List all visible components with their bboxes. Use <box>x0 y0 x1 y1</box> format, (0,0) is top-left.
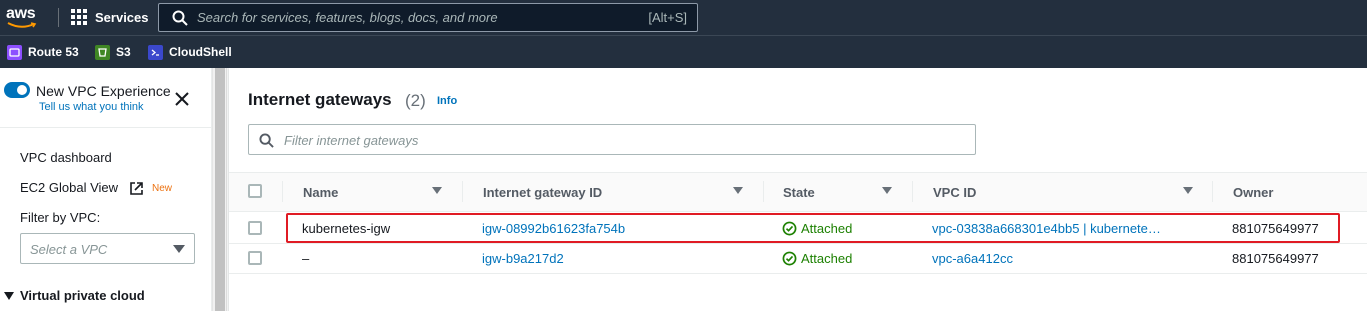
sort-caret-icon[interactable] <box>1183 187 1193 194</box>
cell-vpc-id-link[interactable]: vpc-a6a412cc <box>932 251 1013 266</box>
favorite-s3[interactable]: S3 <box>95 44 131 60</box>
row-divider <box>229 243 1367 244</box>
cell-owner: 881075649977 <box>1232 251 1319 266</box>
favorite-label: Route 53 <box>28 45 79 59</box>
column-header-name[interactable]: Name <box>303 185 338 200</box>
top-navigation: aws Services Search for services, featur… <box>0 0 1367 35</box>
scrollbar-thumb[interactable] <box>215 68 225 311</box>
caret-down-icon <box>173 245 185 253</box>
state-label: Attached <box>801 251 853 266</box>
row-divider <box>229 273 1367 274</box>
column-header-igw-id[interactable]: Internet gateway ID <box>483 185 602 200</box>
new-badge: New <box>152 183 173 194</box>
sort-caret-icon[interactable] <box>733 187 743 194</box>
aws-logo[interactable]: aws <box>6 5 40 29</box>
favorites-bar: Route 53 S3 CloudShell <box>0 35 1367 68</box>
column-header-vpc-id[interactable]: VPC ID <box>933 185 976 200</box>
global-search-input[interactable]: Search for services, features, blogs, do… <box>158 3 698 32</box>
search-icon <box>259 133 274 148</box>
cell-state: Attached <box>782 251 852 266</box>
sidebar-item-vpc-dashboard[interactable]: VPC dashboard <box>20 150 112 165</box>
favorite-cloudshell[interactable]: CloudShell <box>148 44 232 60</box>
favorite-label: CloudShell <box>169 45 232 59</box>
column-header-owner[interactable]: Owner <box>1233 185 1273 200</box>
feedback-link[interactable]: Tell us what you think <box>39 101 144 113</box>
toggle-knob <box>17 85 27 95</box>
page-title: Internet gateways <box>248 90 392 109</box>
close-icon[interactable] <box>173 90 191 108</box>
info-link[interactable]: Info <box>437 95 457 107</box>
cloudshell-icon <box>148 44 163 60</box>
new-vpc-experience-label: New VPC Experience <box>36 83 171 99</box>
route53-icon <box>7 44 22 60</box>
services-grid-icon <box>71 9 87 25</box>
aws-smile-icon <box>7 22 37 28</box>
external-link-icon <box>130 182 143 195</box>
services-menu-button[interactable]: Services <box>71 7 149 27</box>
column-divider <box>282 181 283 202</box>
aws-logo-text: aws <box>6 5 36 22</box>
item-count: (2) <box>405 91 426 110</box>
sidebar-item-ec2-global-view[interactable]: EC2 Global View <box>20 180 118 195</box>
new-vpc-experience-toggle[interactable] <box>4 82 30 98</box>
row-checkbox[interactable] <box>248 251 262 265</box>
favorite-label: S3 <box>116 45 131 59</box>
s3-icon <box>95 44 110 60</box>
select-all-checkbox[interactable] <box>248 184 262 198</box>
row-checkbox[interactable] <box>248 221 262 235</box>
caret-down-icon <box>4 291 14 300</box>
section-label: Virtual private cloud <box>20 288 145 303</box>
filter-placeholder: Filter internet gateways <box>284 133 419 148</box>
services-label: Services <box>95 9 149 25</box>
vpc-select-placeholder: Select a VPC <box>30 242 108 257</box>
sidebar-divider <box>0 127 212 128</box>
sidebar-section-virtual-private-cloud[interactable]: Virtual private cloud <box>4 288 145 303</box>
search-placeholder: Search for services, features, blogs, do… <box>197 10 498 25</box>
sort-caret-icon[interactable] <box>882 187 892 194</box>
column-header-state[interactable]: State <box>783 185 815 200</box>
column-divider <box>763 181 764 202</box>
column-divider <box>1212 181 1213 202</box>
sidebar-scrollbar[interactable] <box>212 68 227 311</box>
column-divider <box>912 181 913 202</box>
cell-igw-id-link[interactable]: igw-b9a217d2 <box>482 251 564 266</box>
vpc-filter-select[interactable]: Select a VPC <box>20 233 195 264</box>
column-divider <box>462 181 463 202</box>
favorite-route53[interactable]: Route 53 <box>7 44 79 60</box>
sort-caret-icon[interactable] <box>432 187 442 194</box>
row-highlight-annotation <box>286 213 1340 243</box>
success-check-icon <box>782 251 797 266</box>
search-shortcut: [Alt+S] <box>648 10 687 25</box>
cell-name: – <box>302 251 310 266</box>
nav-divider <box>58 8 59 27</box>
filter-by-vpc-label: Filter by VPC: <box>20 210 101 225</box>
search-icon <box>172 10 188 26</box>
filter-input[interactable]: Filter internet gateways <box>248 124 976 155</box>
